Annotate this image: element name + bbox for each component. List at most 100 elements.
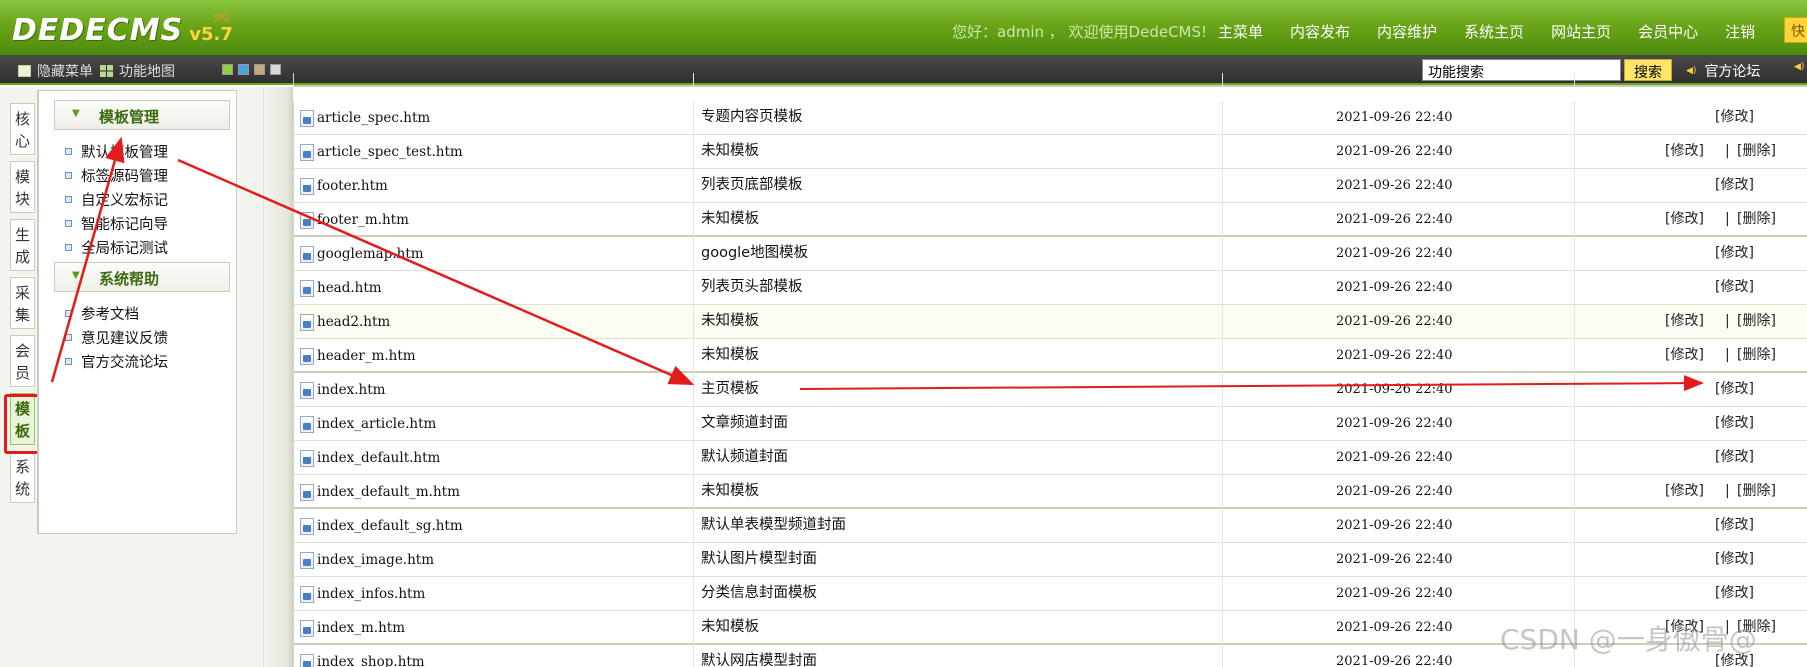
menu-section-system-help[interactable]: ▼ 系统帮助 [54,262,230,292]
vtab-module[interactable]: 模 块 [10,161,35,213]
action-separator: | [1725,211,1730,227]
modified-date-cell: 2021-09-26 22:40 [1222,203,1574,237]
table-row: googlemap.htm google地图模板 2021-09-26 22:40 [… [293,237,1807,271]
file-name-cell[interactable]: footer.htm [293,169,693,203]
edit-link[interactable]: [修改] [1715,441,1754,474]
file-name-cell[interactable]: head.htm [293,271,693,305]
bullet-icon [65,196,72,203]
file-name-cell[interactable]: index_image.htm [293,543,693,577]
file-name-cell[interactable]: index_default_sg.htm [293,509,693,543]
menu-item-custom-macro[interactable]: 自定义宏标记 [65,189,168,210]
nav-site-home[interactable]: 网站主页 [1551,21,1611,42]
vtab-generate[interactable]: 生 成 [10,219,35,271]
file-icon [300,551,314,569]
actions-cell: [修改] | [删除] [1574,339,1807,373]
frame-divider[interactable] [263,87,293,667]
hide-menu-button[interactable]: 隐藏菜单 [18,61,93,81]
file-name-cell[interactable]: index_default_m.htm [293,475,693,509]
bullet-icon [65,358,72,365]
edit-link[interactable]: [修改] [1715,271,1754,304]
edit-link[interactable]: [修改] [1715,237,1754,270]
template-desc-cell: google地图模板 [693,237,1222,271]
sidebar-menu-panel: ▼ 模板管理 默认模板管理 标签源码管理 自定义宏标记 智能标记向导 全局标记测… [37,90,237,534]
csdn-watermark: CSDN @一身傲骨@ [1500,623,1757,656]
vtab-member[interactable]: 会 员 [10,335,35,387]
file-name-cell[interactable]: index_infos.htm [293,577,693,611]
nav-content-maintain[interactable]: 内容维护 [1377,21,1437,42]
table-row: index_article.htm 文章频道封面 2021-09-26 22:40 [… [293,407,1807,441]
nav-system-home[interactable]: 系统主页 [1464,21,1524,42]
modified-date-cell: 2021-09-26 22:40 [1222,305,1574,339]
nav-main-menu[interactable]: 主菜单 [1218,21,1263,42]
edit-link[interactable]: [修改] [1715,373,1754,406]
grid-icon [100,65,113,77]
template-desc-cell: 未知模板 [693,305,1222,339]
skin-swatch-gray[interactable] [270,64,281,75]
menu-item-tag-source[interactable]: 标签源码管理 [65,165,168,186]
file-name-cell[interactable]: head2.htm [293,305,693,339]
file-icon [300,313,314,331]
edit-link[interactable]: [修改] [1715,169,1754,202]
delete-link[interactable]: [删除] [1737,475,1776,508]
file-icon [300,211,314,229]
edit-link[interactable]: [修改] [1715,577,1754,610]
actions-cell: [修改] [1574,407,1807,441]
logo-text: DEDECMS [12,13,184,48]
menu-item-global-tag-test[interactable]: 全局标记测试 [65,237,168,258]
delete-link[interactable]: [删除] [1737,305,1776,338]
edit-link[interactable]: [修改] [1715,543,1754,576]
vtab-collect[interactable]: 采 集 [10,277,35,329]
menu-item-reference-docs[interactable]: 参考文档 [65,303,139,324]
modified-date-cell: 2021-09-26 22:40 [1222,373,1574,407]
template-desc-cell: 未知模板 [693,135,1222,169]
edit-link[interactable]: [修改] [1665,305,1704,338]
edit-link[interactable]: [修改] [1715,509,1754,542]
file-name-cell[interactable]: index_article.htm [293,407,693,441]
file-name-cell[interactable]: footer_m.htm [293,203,693,237]
delete-link[interactable]: [删除] [1737,135,1776,168]
skin-swatch-blue[interactable] [238,64,249,75]
skin-swatch-tan[interactable] [254,64,265,75]
menu-item-default-template[interactable]: 默认模板管理 [65,141,168,162]
template-desc-cell: 分类信息封面模板 [693,577,1222,611]
nav-content-publish[interactable]: 内容发布 [1290,21,1350,42]
file-name-cell[interactable]: article_spec.htm [293,101,693,135]
bullet-icon [65,334,72,341]
file-name-cell[interactable]: index_shop.htm [293,645,693,667]
skin-swatch-green[interactable] [222,64,233,75]
delete-link[interactable]: [删除] [1737,203,1776,236]
nav-logout[interactable]: 注销 [1725,21,1755,42]
edit-link[interactable]: [修改] [1715,101,1754,134]
actions-cell: [修改] [1574,509,1807,543]
vtab-core[interactable]: 核 心 [10,103,35,155]
file-name-cell[interactable]: header_m.htm [293,339,693,373]
template-desc-cell: 主页模板 [693,373,1222,407]
file-name-cell[interactable]: article_spec_test.htm [293,135,693,169]
logo-version: v5.7 SP2 [189,14,233,45]
edit-link[interactable]: [修改] [1665,339,1704,372]
vtab-system[interactable]: 系 统 [10,451,35,503]
quick-menu-tab[interactable]: 快 [1784,17,1807,43]
edit-link[interactable]: [修改] [1665,203,1704,236]
file-name-cell[interactable]: index_m.htm [293,611,693,645]
menu-item-feedback[interactable]: 意见建议反馈 [65,327,168,348]
file-name-cell[interactable]: index_default.htm [293,441,693,475]
file-name-cell[interactable]: googlemap.htm [293,237,693,271]
nav-member-center[interactable]: 会员中心 [1638,21,1698,42]
modified-date-cell: 2021-09-26 22:40 [1222,577,1574,611]
delete-link[interactable]: [删除] [1737,339,1776,372]
menu-section-template-manage[interactable]: ▼ 模板管理 [54,100,230,130]
table-row: index_infos.htm 分类信息封面模板 2021-09-26 22:40 [… [293,577,1807,611]
edit-link[interactable]: [修改] [1715,407,1754,440]
actions-cell: [修改] [1574,373,1807,407]
file-name-cell[interactable]: index.htm [293,373,693,407]
function-map-button[interactable]: 功能地图 [100,61,175,81]
action-separator: | [1725,313,1730,329]
collapse-arrow-icon: ▼ [72,270,80,281]
edit-link[interactable]: [修改] [1665,475,1704,508]
file-icon [300,619,314,637]
menu-item-tag-wizard[interactable]: 智能标记向导 [65,213,168,234]
edit-link[interactable]: [修改] [1665,135,1704,168]
menu-item-official-forum[interactable]: 官方交流论坛 [65,351,168,372]
file-icon [300,483,314,501]
